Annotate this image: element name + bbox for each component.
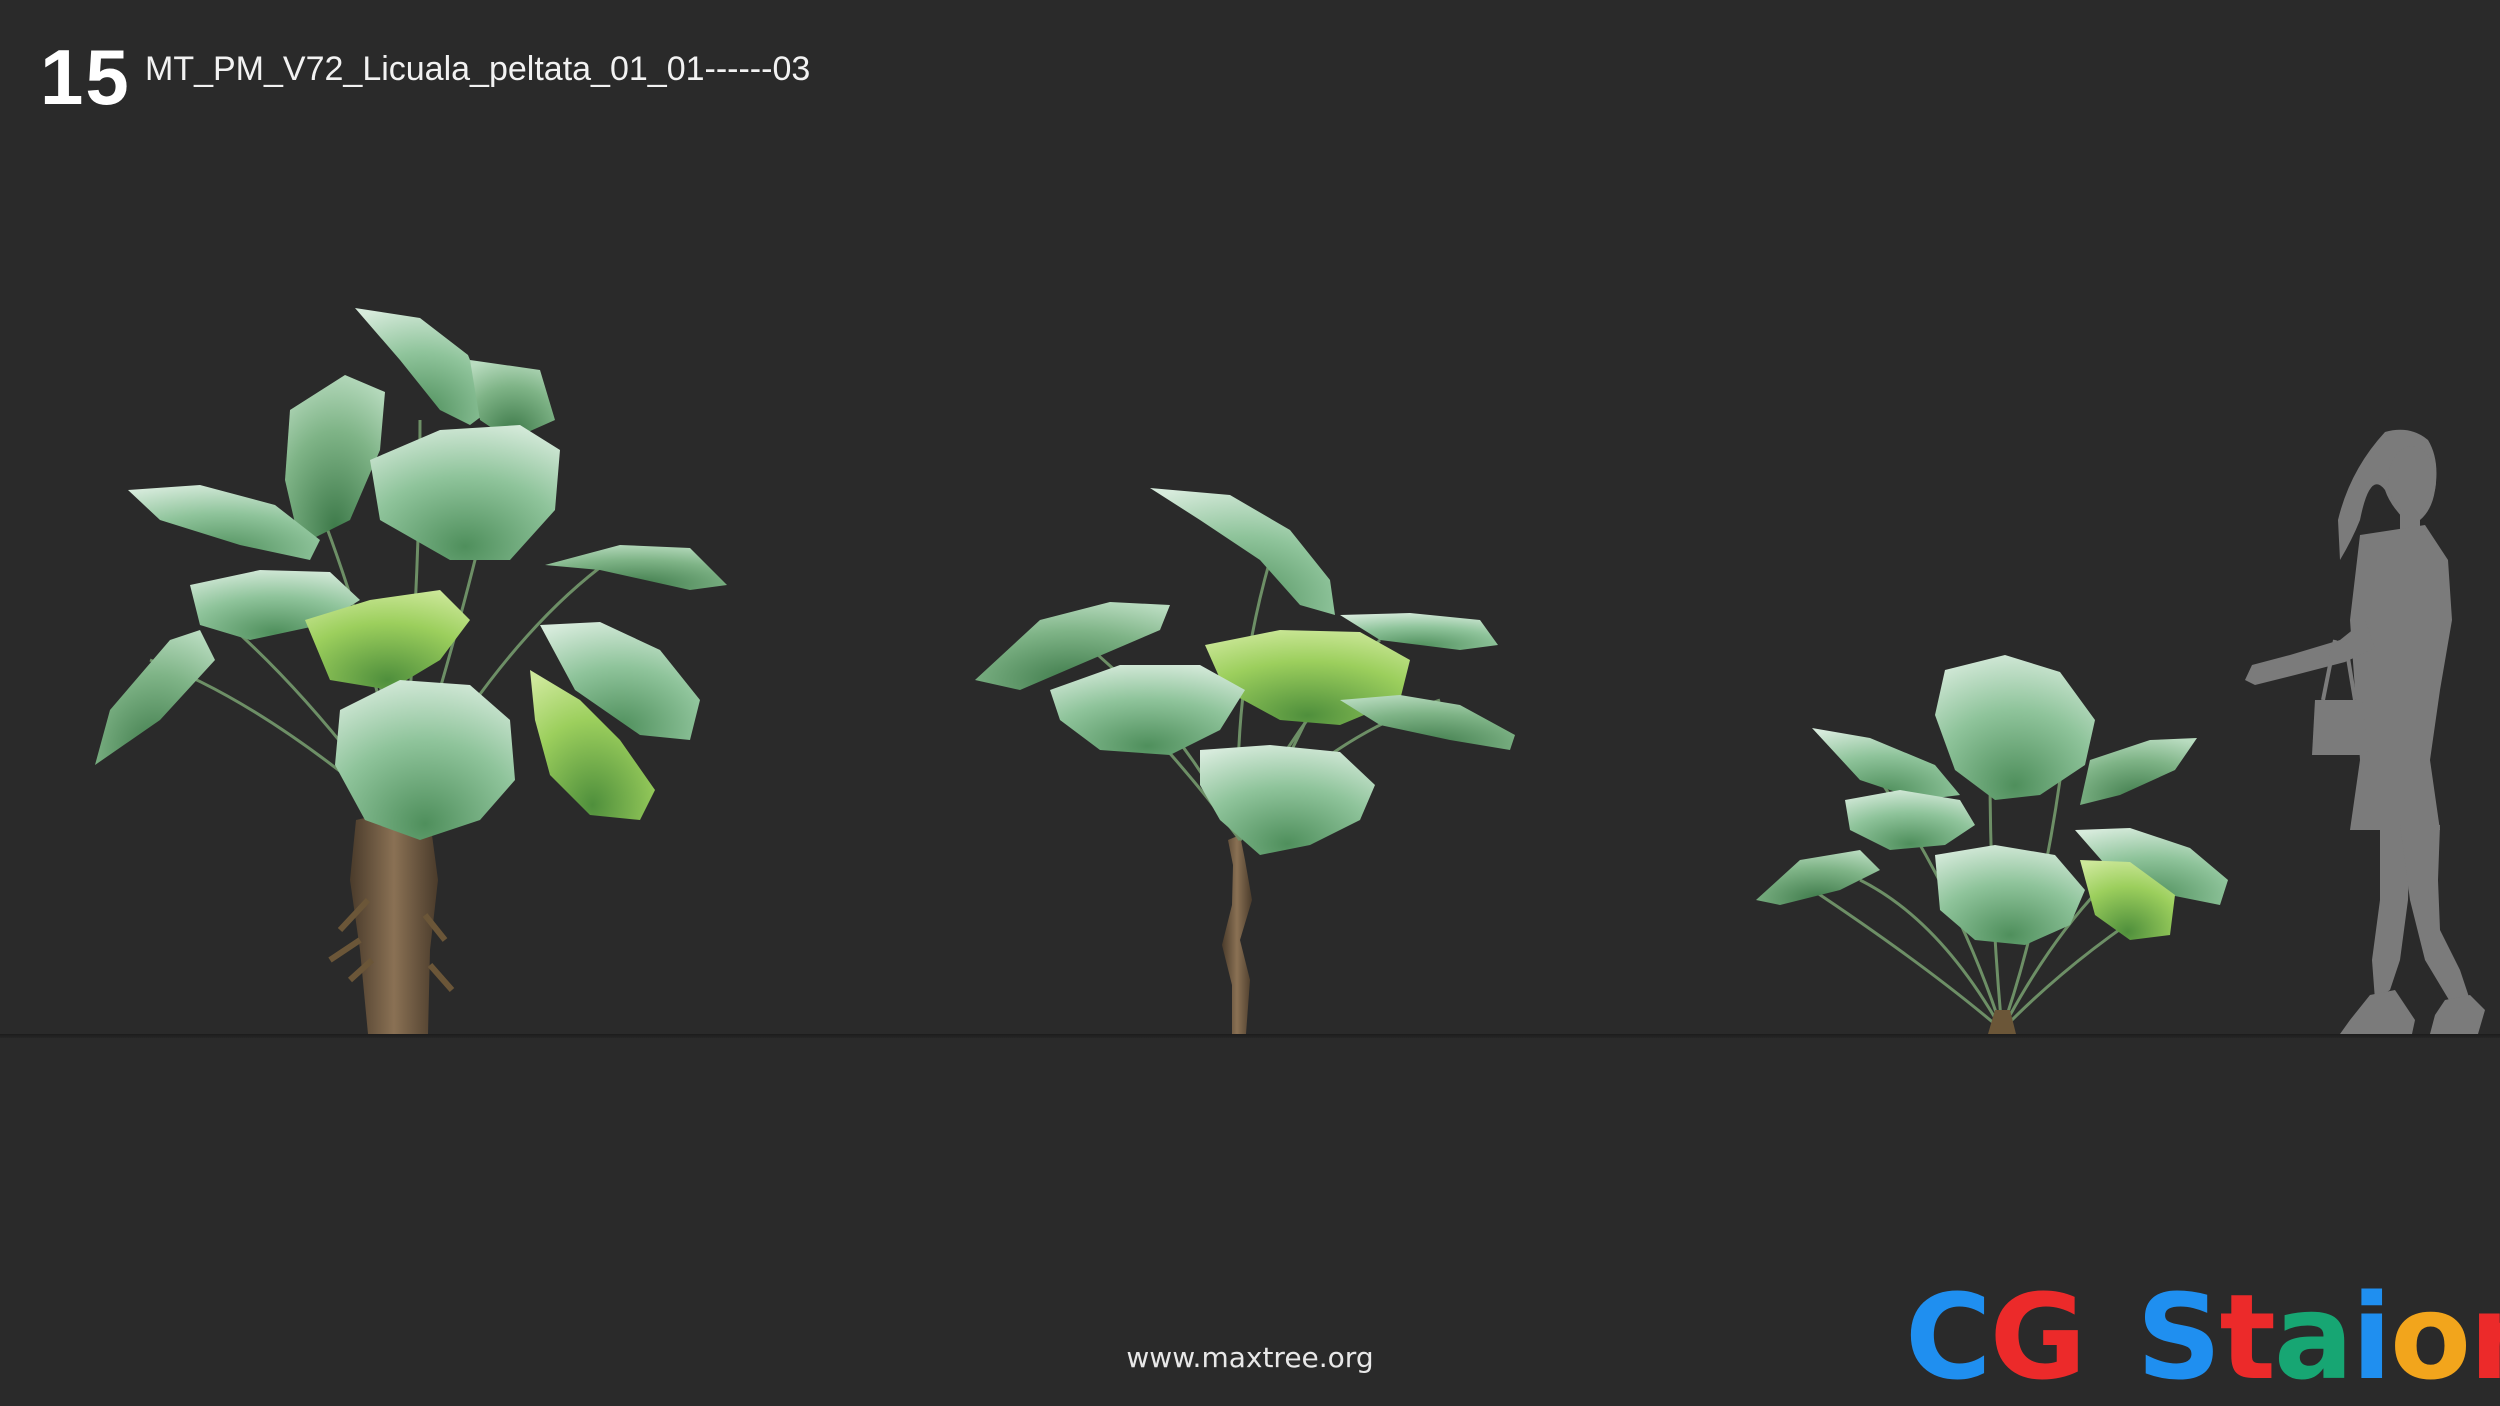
palm-tall-plant <box>95 308 727 1034</box>
logo-letter: G <box>1989 1268 2087 1406</box>
palm-curved-trunk <box>1222 835 1252 1034</box>
logo-letter: C <box>1905 1268 1992 1406</box>
logo-letter: t <box>2219 1268 2275 1406</box>
logo-letter: i <box>2351 1268 2392 1406</box>
render-scene: 15 MT_PM_V72_Licuala_peltata_01_01------… <box>0 0 2500 1406</box>
scene-illustration <box>95 308 2485 1034</box>
fan-leaf <box>1150 488 1335 615</box>
logo-letter: S <box>2136 1268 2221 1406</box>
fan-leaf <box>1200 745 1375 855</box>
fan-leaf <box>1935 845 2085 945</box>
logo-letter: n <box>2469 1278 2500 1396</box>
fan-leaf <box>1756 850 1880 905</box>
palm-curved-plant <box>975 488 1515 1034</box>
logo-letter: o <box>2389 1268 2471 1406</box>
cg-staion-logo: CGStaion <box>1905 1278 2500 1396</box>
fan-leaf <box>545 545 727 590</box>
palm-bush-plant <box>1756 655 2228 1034</box>
fan-leaf <box>2080 738 2197 805</box>
logo-letter: a <box>2273 1268 2354 1406</box>
fan-leaf <box>1935 655 2095 800</box>
fan-leaf <box>370 425 560 560</box>
fan-leaf <box>1845 790 1975 850</box>
fan-leaf <box>1340 695 1515 750</box>
palm-tall-trunk <box>350 815 438 1034</box>
human-silhouette <box>2245 429 2485 1034</box>
fan-leaf <box>1050 665 1245 755</box>
fan-leaf <box>335 680 515 840</box>
fan-leaf <box>95 630 215 765</box>
